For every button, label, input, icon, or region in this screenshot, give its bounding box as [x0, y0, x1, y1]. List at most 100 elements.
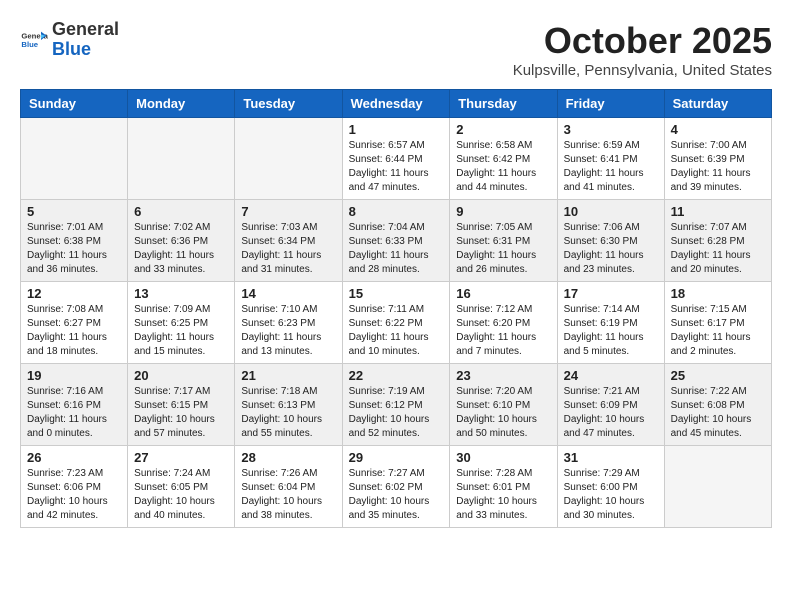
day-number: 21 — [241, 368, 335, 383]
day-info: Sunrise: 7:07 AM Sunset: 6:28 PM Dayligh… — [671, 221, 765, 277]
calendar-cell: 28Sunrise: 7:26 AM Sunset: 6:04 PM Dayli… — [235, 446, 342, 528]
calendar-week-row: 1 Sunrise: 6:57 AM Sunset: 6:44 PM Daylig… — [21, 118, 772, 200]
day-info: Sunrise: 7:08 AM Sunset: 6:27 PM Dayligh… — [27, 303, 121, 359]
calendar-week-row: 19 Sunrise: 7:16 AM Sunset: 6:16 PM Dayli… — [21, 364, 772, 446]
weekday-header-friday: Friday — [557, 90, 664, 118]
day-number: 3 — [564, 122, 658, 137]
day-info: Sunrise: 7:23 AM Sunset: 6:06 PM Dayligh… — [27, 467, 121, 523]
day-info: Sunrise: 7:28 AM Sunset: 6:01 PM Dayligh… — [456, 467, 550, 523]
day-number: 12 — [27, 286, 121, 301]
weekday-header-monday: Monday — [128, 90, 235, 118]
calendar-week-row: 5 Sunrise: 7:01 AM Sunset: 6:38 PM Daylig… — [21, 200, 772, 282]
calendar-cell: 18 Sunrise: 7:15 AM Sunset: 6:17 PM Dayli… — [664, 282, 771, 364]
day-number: 1 — [349, 122, 444, 137]
calendar-cell: 9 Sunrise: 7:05 AM Sunset: 6:31 PM Daylig… — [450, 200, 557, 282]
day-info: Sunrise: 7:18 AM Sunset: 6:13 PM Dayligh… — [241, 385, 335, 441]
day-number: 5 — [27, 204, 121, 219]
day-info: Sunrise: 7:11 AM Sunset: 6:22 PM Dayligh… — [349, 303, 444, 359]
calendar-cell: 16Sunrise: 7:12 AM Sunset: 6:20 PM Dayli… — [450, 282, 557, 364]
day-info: Sunrise: 7:21 AM Sunset: 6:09 PM Dayligh… — [564, 385, 658, 441]
logo-general-text: General — [52, 19, 119, 39]
day-info: Sunrise: 7:05 AM Sunset: 6:31 PM Dayligh… — [456, 221, 550, 277]
day-number: 18 — [671, 286, 765, 301]
day-number: 28 — [241, 450, 335, 465]
calendar-cell — [664, 446, 771, 528]
calendar-cell: 7 Sunrise: 7:03 AM Sunset: 6:34 PM Daylig… — [235, 200, 342, 282]
day-info: Sunrise: 7:09 AM Sunset: 6:25 PM Dayligh… — [134, 303, 228, 359]
day-number: 4 — [671, 122, 765, 137]
calendar-cell: 6Sunrise: 7:02 AM Sunset: 6:36 PM Daylig… — [128, 200, 235, 282]
calendar-cell: 26 Sunrise: 7:23 AM Sunset: 6:06 PM Dayli… — [21, 446, 128, 528]
day-number: 9 — [456, 204, 550, 219]
day-info: Sunrise: 7:27 AM Sunset: 6:02 PM Dayligh… — [349, 467, 444, 523]
calendar-cell: 24 Sunrise: 7:21 AM Sunset: 6:09 PM Dayli… — [557, 364, 664, 446]
day-number: 8 — [349, 204, 444, 219]
location: Kulpsville, Pennsylvania, United States — [513, 62, 772, 79]
calendar-cell: 11 Sunrise: 7:07 AM Sunset: 6:28 PM Dayli… — [664, 200, 771, 282]
day-number: 25 — [671, 368, 765, 383]
day-info: Sunrise: 7:22 AM Sunset: 6:08 PM Dayligh… — [671, 385, 765, 441]
day-info: Sunrise: 7:14 AM Sunset: 6:19 PM Dayligh… — [564, 303, 658, 359]
day-info: Sunrise: 6:58 AM Sunset: 6:42 PM Dayligh… — [456, 139, 550, 195]
calendar-cell: 5 Sunrise: 7:01 AM Sunset: 6:38 PM Daylig… — [21, 200, 128, 282]
weekday-header-saturday: Saturday — [664, 90, 771, 118]
calendar-cell: 4 Sunrise: 7:00 AM Sunset: 6:39 PM Daylig… — [664, 118, 771, 200]
day-info: Sunrise: 6:59 AM Sunset: 6:41 PM Dayligh… — [564, 139, 658, 195]
day-number: 20 — [134, 368, 228, 383]
calendar-cell: 31Sunrise: 7:29 AM Sunset: 6:00 PM Dayli… — [557, 446, 664, 528]
calendar-cell: 10Sunrise: 7:06 AM Sunset: 6:30 PM Dayli… — [557, 200, 664, 282]
calendar-cell: 1 Sunrise: 6:57 AM Sunset: 6:44 PM Daylig… — [342, 118, 450, 200]
calendar-cell: 21 Sunrise: 7:18 AM Sunset: 6:13 PM Dayli… — [235, 364, 342, 446]
day-info: Sunrise: 7:16 AM Sunset: 6:16 PM Dayligh… — [27, 385, 121, 441]
day-number: 15 — [349, 286, 444, 301]
day-number: 22 — [349, 368, 444, 383]
day-number: 7 — [241, 204, 335, 219]
day-info: Sunrise: 7:12 AM Sunset: 6:20 PM Dayligh… — [456, 303, 550, 359]
day-number: 26 — [27, 450, 121, 465]
day-number: 29 — [349, 450, 444, 465]
day-number: 14 — [241, 286, 335, 301]
calendar-cell: 20Sunrise: 7:17 AM Sunset: 6:15 PM Dayli… — [128, 364, 235, 446]
day-number: 17 — [564, 286, 658, 301]
calendar-cell: 8Sunrise: 7:04 AM Sunset: 6:33 PM Daylig… — [342, 200, 450, 282]
calendar-cell: 25 Sunrise: 7:22 AM Sunset: 6:08 PM Dayli… — [664, 364, 771, 446]
logo-icon: General Blue — [20, 26, 48, 54]
day-number: 11 — [671, 204, 765, 219]
calendar-week-row: 26 Sunrise: 7:23 AM Sunset: 6:06 PM Dayli… — [21, 446, 772, 528]
calendar-cell: 30Sunrise: 7:28 AM Sunset: 6:01 PM Dayli… — [450, 446, 557, 528]
day-info: Sunrise: 7:15 AM Sunset: 6:17 PM Dayligh… — [671, 303, 765, 359]
day-number: 10 — [564, 204, 658, 219]
day-number: 19 — [27, 368, 121, 383]
weekday-header-thursday: Thursday — [450, 90, 557, 118]
calendar-cell: 17 Sunrise: 7:14 AM Sunset: 6:19 PM Dayli… — [557, 282, 664, 364]
logo-blue-text: Blue — [52, 39, 91, 59]
logo: General Blue General Blue — [20, 20, 119, 60]
day-info: Sunrise: 6:57 AM Sunset: 6:44 PM Dayligh… — [349, 139, 444, 195]
day-info: Sunrise: 7:20 AM Sunset: 6:10 PM Dayligh… — [456, 385, 550, 441]
calendar-cell: 29 Sunrise: 7:27 AM Sunset: 6:02 PM Dayli… — [342, 446, 450, 528]
weekday-header-row: SundayMondayTuesdayWednesdayThursdayFrid… — [21, 90, 772, 118]
day-info: Sunrise: 7:10 AM Sunset: 6:23 PM Dayligh… — [241, 303, 335, 359]
day-info: Sunrise: 7:19 AM Sunset: 6:12 PM Dayligh… — [349, 385, 444, 441]
day-info: Sunrise: 7:00 AM Sunset: 6:39 PM Dayligh… — [671, 139, 765, 195]
calendar-cell: 19 Sunrise: 7:16 AM Sunset: 6:16 PM Dayli… — [21, 364, 128, 446]
day-info: Sunrise: 7:01 AM Sunset: 6:38 PM Dayligh… — [27, 221, 121, 277]
calendar-cell — [21, 118, 128, 200]
day-number: 24 — [564, 368, 658, 383]
month-title: October 2025 — [513, 20, 772, 62]
calendar-week-row: 12 Sunrise: 7:08 AM Sunset: 6:27 PM Dayli… — [21, 282, 772, 364]
calendar-cell: 23Sunrise: 7:20 AM Sunset: 6:10 PM Dayli… — [450, 364, 557, 446]
day-info: Sunrise: 7:03 AM Sunset: 6:34 PM Dayligh… — [241, 221, 335, 277]
calendar-cell: 14 Sunrise: 7:10 AM Sunset: 6:23 PM Dayli… — [235, 282, 342, 364]
calendar-cell: 15 Sunrise: 7:11 AM Sunset: 6:22 PM Dayli… — [342, 282, 450, 364]
svg-text:Blue: Blue — [21, 40, 38, 49]
day-number: 2 — [456, 122, 550, 137]
day-info: Sunrise: 7:24 AM Sunset: 6:05 PM Dayligh… — [134, 467, 228, 523]
calendar-cell — [235, 118, 342, 200]
weekday-header-sunday: Sunday — [21, 90, 128, 118]
day-number: 31 — [564, 450, 658, 465]
weekday-header-tuesday: Tuesday — [235, 90, 342, 118]
day-number: 13 — [134, 286, 228, 301]
calendar-cell: 2 Sunrise: 6:58 AM Sunset: 6:42 PM Daylig… — [450, 118, 557, 200]
calendar-cell: 12 Sunrise: 7:08 AM Sunset: 6:27 PM Dayli… — [21, 282, 128, 364]
